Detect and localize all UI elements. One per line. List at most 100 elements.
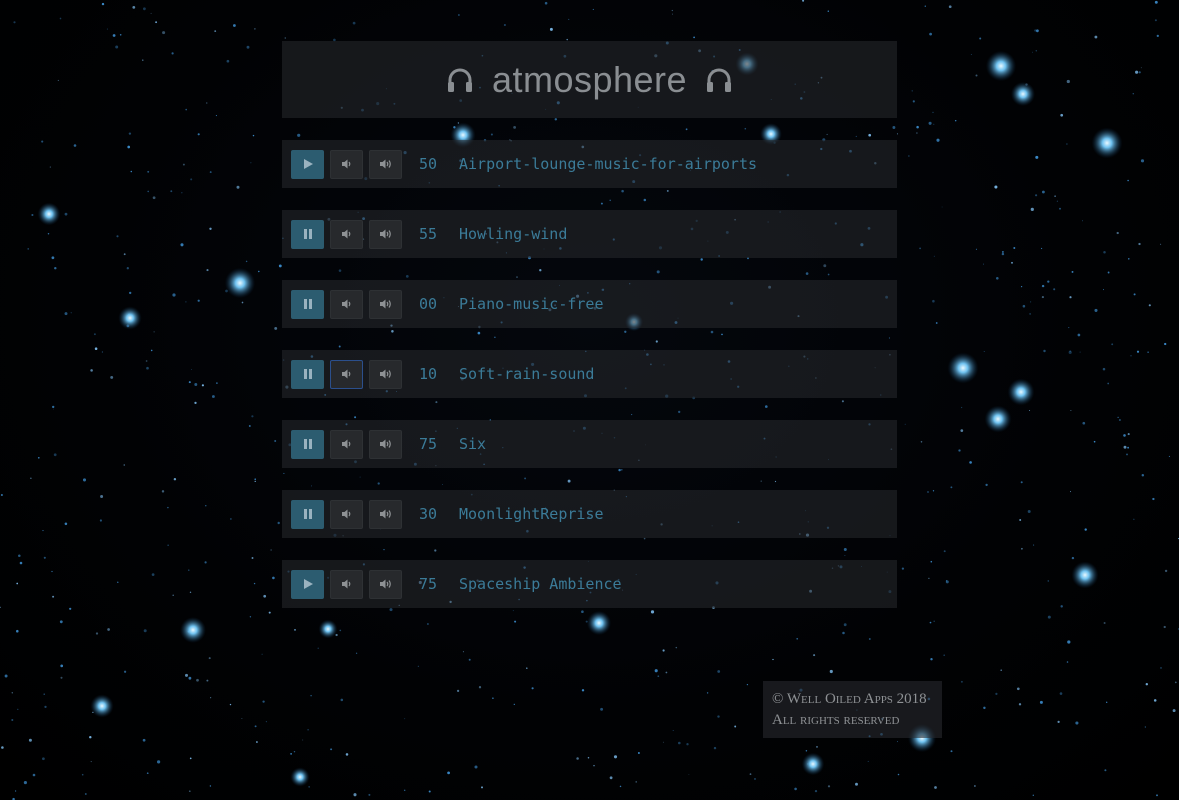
star — [123, 670, 127, 673]
star — [1071, 270, 1074, 273]
star — [146, 772, 149, 775]
star — [637, 752, 640, 754]
star — [42, 530, 44, 532]
star — [908, 155, 910, 157]
star — [1069, 296, 1072, 299]
volume-down-button[interactable] — [330, 289, 363, 319]
star — [1070, 410, 1072, 412]
star — [920, 441, 923, 443]
star — [672, 729, 674, 732]
star — [827, 785, 831, 788]
volume-up-button[interactable] — [369, 569, 402, 599]
star — [1019, 519, 1022, 521]
volume-level: 75 — [419, 575, 438, 593]
star — [94, 347, 98, 350]
volume-level: 55 — [419, 225, 438, 243]
star — [1067, 640, 1071, 644]
volume-down-button[interactable] — [330, 149, 363, 179]
volume-down-button[interactable] — [330, 569, 363, 599]
volume-up-button[interactable] — [369, 219, 402, 249]
volume-up-button[interactable] — [369, 499, 402, 529]
pause-button[interactable] — [291, 219, 324, 249]
volume-up-button[interactable] — [369, 429, 402, 459]
star — [929, 32, 932, 36]
star — [197, 133, 200, 136]
star — [1030, 301, 1032, 303]
star — [1104, 769, 1107, 772]
star — [581, 610, 584, 614]
volume-down-button[interactable] — [330, 499, 363, 529]
star — [53, 453, 57, 457]
volume-down-icon — [341, 228, 353, 240]
star — [581, 689, 585, 692]
star — [106, 28, 108, 30]
star — [150, 12, 152, 14]
track-name: Six — [459, 435, 487, 453]
star — [1059, 692, 1063, 695]
pause-button[interactable] — [291, 359, 324, 389]
star — [1138, 242, 1141, 246]
star — [1160, 243, 1162, 245]
star — [204, 561, 207, 564]
star — [145, 360, 148, 362]
pause-icon — [303, 368, 313, 380]
star — [1102, 289, 1105, 291]
pause-icon — [303, 298, 313, 310]
star — [1041, 190, 1045, 194]
star — [191, 369, 192, 371]
star — [216, 382, 218, 384]
pause-button[interactable] — [291, 499, 324, 529]
play-button[interactable] — [291, 149, 324, 179]
star — [123, 253, 126, 256]
star — [721, 333, 723, 336]
star — [128, 132, 132, 135]
star — [274, 326, 278, 330]
star — [206, 269, 209, 272]
track-name: Soft-rain-sound — [459, 365, 595, 383]
star — [52, 405, 55, 409]
volume-up-button[interactable] — [369, 359, 402, 389]
star — [713, 746, 717, 750]
star — [1106, 701, 1108, 703]
pause-button[interactable] — [291, 429, 324, 459]
star — [417, 665, 419, 667]
star — [89, 735, 92, 739]
star — [613, 755, 618, 759]
star — [672, 13, 673, 15]
volume-down-button[interactable] — [330, 429, 363, 459]
volume-up-button[interactable] — [369, 289, 402, 319]
star — [774, 480, 777, 483]
star — [123, 464, 125, 466]
star — [261, 653, 263, 655]
pause-button[interactable] — [291, 289, 324, 319]
play-button[interactable] — [291, 569, 324, 599]
star — [1094, 308, 1098, 312]
volume-down-button[interactable] — [330, 219, 363, 249]
star — [544, 1, 548, 5]
star — [1154, 19, 1157, 22]
bright-star — [37, 202, 61, 226]
star — [13, 21, 16, 24]
star — [1174, 681, 1177, 684]
star — [948, 5, 952, 9]
star — [82, 478, 87, 482]
star — [855, 135, 857, 137]
star — [717, 715, 720, 718]
star — [916, 125, 919, 129]
star — [1035, 194, 1038, 197]
volume-down-button[interactable] — [330, 359, 363, 389]
volume-up-button[interactable] — [369, 149, 402, 179]
star — [985, 483, 988, 487]
pause-icon — [303, 228, 313, 240]
star — [190, 178, 193, 181]
star — [51, 256, 55, 260]
play-icon — [302, 578, 314, 590]
star — [157, 760, 161, 764]
star — [1018, 703, 1022, 706]
star — [132, 6, 136, 9]
star — [932, 299, 935, 303]
star — [686, 743, 689, 746]
bright-star — [118, 306, 142, 330]
star — [1107, 271, 1110, 274]
star — [1116, 231, 1119, 235]
